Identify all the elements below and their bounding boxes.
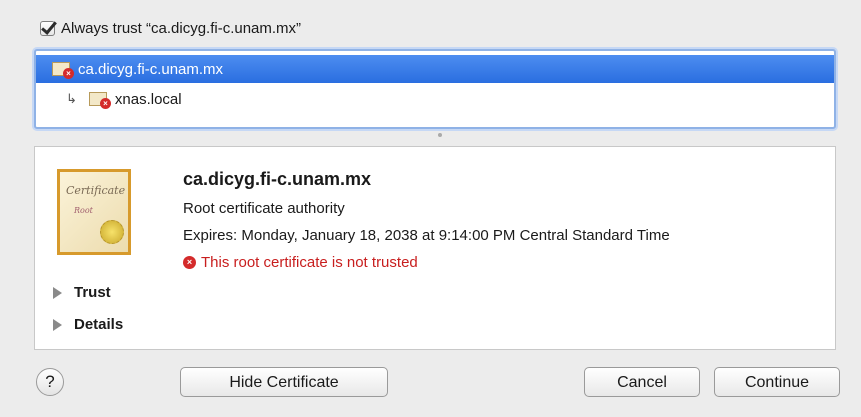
certificate-image-subtitle: Root [74, 206, 93, 215]
certificate-error-icon: × [52, 62, 74, 79]
trust-disclosure[interactable]: Trust [53, 284, 111, 301]
certificate-chain-list[interactable]: × ca.dicyg.fi-c.unam.mx ↳ × xnas.local [34, 49, 836, 129]
split-resize-handle[interactable] [438, 133, 442, 137]
child-arrow-icon: ↳ [66, 91, 77, 106]
cancel-button[interactable]: Cancel [584, 367, 700, 397]
certificate-image-title: Certificate [66, 184, 126, 197]
continue-button[interactable]: Continue [714, 367, 840, 397]
always-trust-checkbox[interactable] [40, 20, 55, 36]
certificate-seal-icon [100, 220, 124, 244]
always-trust-label: Always trust “ca.dicyg.fi-c.unam.mx” [61, 19, 302, 37]
error-icon: × [183, 256, 196, 269]
certificate-expiry: Expires: Monday, January 18, 2038 at 9:1… [183, 227, 670, 244]
trust-disclosure-label: Trust [74, 284, 111, 301]
chain-item-label: xnas.local [114, 90, 182, 108]
certificate-details-panel: Certificate Root ca.dicyg.fi-c.unam.mx R… [34, 146, 836, 350]
certificate-status-text: This root certificate is not trusted [201, 254, 418, 271]
chain-item-label: ca.dicyg.fi-c.unam.mx [78, 60, 224, 78]
disclosure-triangle-icon[interactable] [53, 286, 62, 299]
hide-certificate-button[interactable]: Hide Certificate [180, 367, 388, 397]
certificate-type: Root certificate authority [183, 200, 345, 217]
certificate-icon: Certificate Root [57, 169, 131, 255]
disclosure-triangle-icon[interactable] [53, 318, 62, 331]
certificate-error-icon: × [88, 92, 111, 109]
certificate-status: × This root certificate is not trusted [183, 254, 418, 271]
certificate-name: ca.dicyg.fi-c.unam.mx [183, 169, 372, 189]
details-disclosure-label: Details [74, 316, 124, 333]
chain-item-root[interactable]: × ca.dicyg.fi-c.unam.mx [36, 55, 834, 83]
chain-item-child[interactable]: ↳ × xnas.local [36, 85, 834, 113]
help-button[interactable]: ? [36, 368, 64, 396]
details-disclosure[interactable]: Details [53, 316, 123, 333]
always-trust-checkbox-row[interactable]: Always trust “ca.dicyg.fi-c.unam.mx” [40, 16, 301, 40]
